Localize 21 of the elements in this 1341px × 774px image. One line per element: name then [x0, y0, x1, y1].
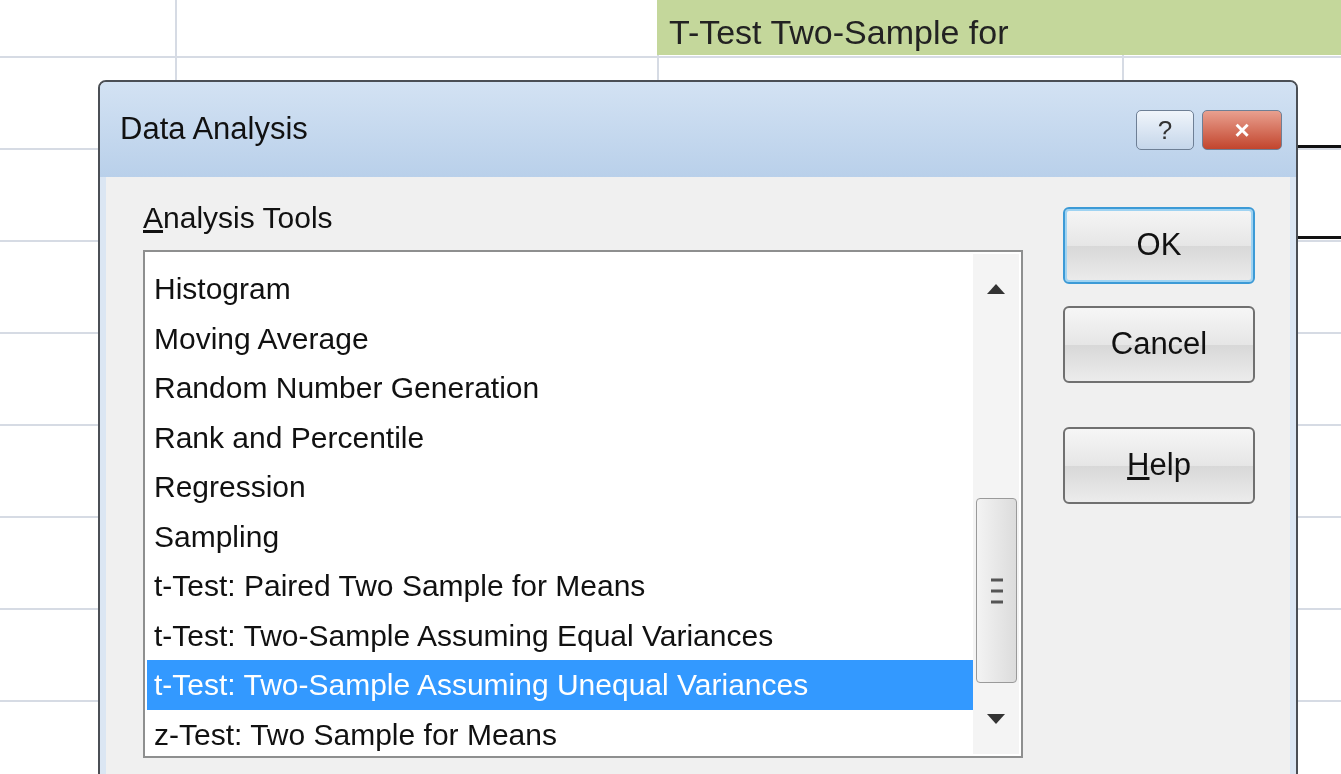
- sheet-title: T-Test Two-Sample for: [669, 15, 1009, 53]
- dialog-button[interactable]: Help: [1063, 427, 1255, 504]
- scrollbar[interactable]: [973, 254, 1019, 754]
- list-item[interactable]: t-Test: Two-Sample Assuming Equal Variances: [147, 610, 973, 660]
- analysis-tools-list[interactable]: [143, 250, 1023, 758]
- window-title: Data Analysis: [120, 110, 308, 149]
- list-label: Analysis Tools: [143, 200, 334, 236]
- scroll-thumb[interactable]: [976, 498, 1017, 683]
- list-item[interactable]: Rank and Percentile: [147, 412, 973, 462]
- list-item[interactable]: Sampling: [147, 511, 973, 561]
- list-item[interactable]: Random Number Generation: [147, 363, 973, 413]
- help-button[interactable]: ?: [1136, 109, 1194, 150]
- list-item[interactable]: Regression: [147, 462, 973, 512]
- dialog-button[interactable]: Cancel: [1063, 306, 1255, 383]
- scroll-down-icon[interactable]: [985, 712, 1007, 726]
- list-item[interactable]: Moving Average: [147, 313, 973, 363]
- list-item[interactable]: Histogram: [147, 264, 973, 314]
- scroll-up-icon[interactable]: [985, 282, 1007, 296]
- list-item[interactable]: t-Test: Paired Two Sample for Means: [147, 561, 973, 611]
- dialog-button[interactable]: OK: [1063, 207, 1255, 284]
- list-item[interactable]: z-Test: Two Sample for Means: [147, 709, 973, 759]
